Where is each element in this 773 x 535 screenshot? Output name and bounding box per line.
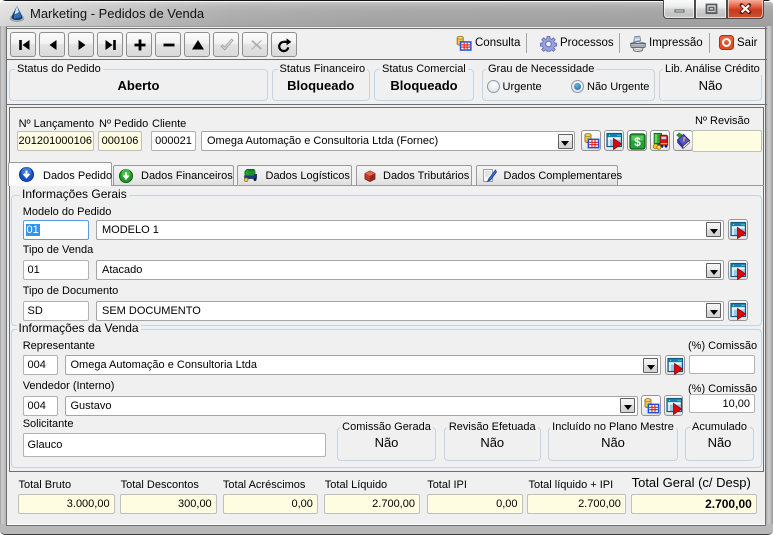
svg-text:$: $ [634, 135, 641, 149]
